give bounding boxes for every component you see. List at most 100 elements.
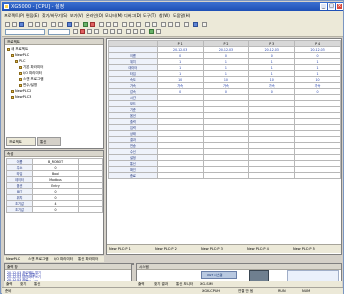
monitor-icon[interactable] bbox=[99, 22, 104, 27]
grid-cell[interactable] bbox=[156, 172, 204, 179]
mid-tab-scan[interactable]: 스캔 프로그램 bbox=[28, 257, 48, 262]
properties-icon[interactable] bbox=[193, 22, 198, 27]
menu-debug[interactable]: 디버그(D) bbox=[124, 13, 141, 19]
mid-tab-newplc[interactable]: NewPLC bbox=[6, 257, 20, 261]
write-icon[interactable] bbox=[106, 22, 111, 27]
trace-icon[interactable] bbox=[87, 29, 92, 34]
cpu-icon bbox=[15, 59, 18, 63]
paste-icon[interactable] bbox=[42, 22, 47, 27]
copy-icon[interactable] bbox=[35, 22, 40, 27]
status-ready: 준비 bbox=[5, 289, 12, 293]
read-icon[interactable] bbox=[113, 22, 118, 27]
new-icon[interactable] bbox=[5, 22, 10, 27]
connect-icon[interactable] bbox=[83, 22, 88, 27]
open-icon[interactable] bbox=[12, 22, 17, 27]
variable-icon[interactable] bbox=[117, 29, 122, 34]
parameter-grid: P 1P 2P 3P 4 20.12.03 20.12.03 20.12.03 20.1… bbox=[108, 40, 341, 179]
menu-edit[interactable]: 편집(E) bbox=[26, 13, 39, 19]
table-icon[interactable] bbox=[110, 29, 115, 34]
coil-icon[interactable] bbox=[175, 22, 180, 27]
minimize-button[interactable]: _ bbox=[320, 3, 327, 10]
grid-row[interactable]: 종료 bbox=[108, 172, 341, 179]
grid-cell[interactable] bbox=[248, 172, 296, 179]
disconnect-icon[interactable] bbox=[90, 22, 95, 27]
zoom-in-icon[interactable] bbox=[145, 22, 150, 27]
simulator-icon[interactable] bbox=[149, 29, 154, 34]
tab-communication[interactable]: 통신 bbox=[37, 137, 61, 146]
undo-icon[interactable] bbox=[51, 22, 56, 27]
bottom-tab-sim[interactable]: XG-SIM bbox=[200, 282, 213, 286]
property-name: 초기값 bbox=[6, 206, 33, 213]
status-connection: 연결 안 됨 bbox=[238, 289, 254, 293]
property-value[interactable] bbox=[78, 206, 103, 213]
status-run: RUN bbox=[278, 289, 286, 293]
save-icon[interactable] bbox=[19, 22, 24, 27]
properties-panel: 속성 이름 B_ROBOT 주소 0 타입 Bool 데이터 Modbus 옵션 Entry BIT… bbox=[4, 150, 104, 255]
plc-icon bbox=[11, 89, 14, 93]
compile-icon[interactable] bbox=[122, 22, 127, 27]
variable-icon bbox=[19, 83, 22, 87]
app-window: XG5000 - [CPU] - 설정 _ □ × 프로젝트(P) 편집(E) … bbox=[0, 0, 344, 294]
tree-item-io-param[interactable]: I/O 파라미터 bbox=[19, 71, 42, 76]
mid-tab-io[interactable]: I/O 파라미터 bbox=[54, 257, 73, 262]
doc-tab-5[interactable]: New PLC:P 5 bbox=[293, 247, 315, 251]
print-icon[interactable] bbox=[202, 22, 207, 27]
contact-icon[interactable] bbox=[168, 22, 173, 27]
doc-tab-1[interactable]: New PLC:P 1 bbox=[109, 247, 131, 251]
doc-tab-2[interactable]: New PLC:P 2 bbox=[155, 247, 177, 251]
watch-icon[interactable] bbox=[94, 29, 99, 34]
project-tree-header: 프로젝트 bbox=[5, 39, 103, 45]
device-list-icon[interactable] bbox=[140, 29, 145, 34]
tab-project[interactable]: 프로젝트 bbox=[6, 137, 36, 146]
mid-tab-comm[interactable]: 통신 파라미터 bbox=[78, 257, 98, 262]
menu-window[interactable]: 창(W) bbox=[159, 13, 170, 19]
menu-project[interactable]: 프로젝트(P) bbox=[4, 13, 24, 19]
doc-tab-4[interactable]: New PLC:P 4 bbox=[247, 247, 269, 251]
menu-help[interactable]: 도움말(H) bbox=[173, 13, 190, 19]
maximize-button[interactable]: □ bbox=[328, 3, 335, 10]
comment-icon[interactable] bbox=[126, 29, 131, 34]
properties-table: 이름 B_ROBOT 주소 0 타입 Bool 데이터 Modbus 옵션 Entry BIT 0 위치… bbox=[6, 158, 103, 213]
toolbar bbox=[2, 20, 343, 37]
status-num: NUM bbox=[302, 289, 311, 293]
ladder-icon[interactable] bbox=[161, 22, 166, 27]
tree-item-variables[interactable]: 변수/설명 bbox=[19, 83, 37, 88]
tree-item-root[interactable]: 새 프로젝트 bbox=[7, 47, 28, 52]
window-title: XG5000 - [CPU] - 설정 bbox=[11, 4, 65, 10]
step-icon[interactable] bbox=[73, 29, 78, 34]
menu-online[interactable]: 온라인(O) bbox=[86, 13, 103, 19]
menu-monitor[interactable]: 모니터(M) bbox=[105, 13, 123, 19]
menu-tools[interactable]: 도구(T) bbox=[143, 13, 156, 19]
tree-item-plc-sub[interactable]: PLC bbox=[15, 59, 26, 64]
find-icon[interactable] bbox=[67, 22, 72, 27]
breakpoint-icon[interactable] bbox=[80, 29, 85, 34]
tree-item-scan-program[interactable]: 스캔 프로그램 bbox=[19, 77, 43, 82]
property-value[interactable]: 0 bbox=[32, 206, 79, 213]
graph-icon[interactable] bbox=[103, 29, 108, 34]
tree-item-plc[interactable]: NewPLC bbox=[11, 53, 29, 58]
grid-cell[interactable] bbox=[202, 172, 250, 179]
tree-item-plc2[interactable]: NewPLC2 bbox=[11, 89, 31, 94]
cross-reference-icon[interactable] bbox=[133, 29, 138, 34]
left-bottom-tabs: NewPLC 스캔 프로그램 I/O 파라미터 통신 파라미터 bbox=[4, 256, 104, 262]
replace-icon[interactable] bbox=[74, 22, 79, 27]
menu-bar: 프로젝트(P) 편집(E) 찾기/바꾸기(S) 보기(V) 온라인(O) 모니터… bbox=[2, 11, 343, 20]
run-icon[interactable] bbox=[129, 22, 134, 27]
close-button[interactable]: × bbox=[336, 3, 343, 10]
device-combo[interactable] bbox=[5, 29, 45, 35]
tree-item-basic-param[interactable]: 기본 파라미터 bbox=[19, 65, 43, 70]
help-icon[interactable] bbox=[156, 29, 161, 34]
cut-icon[interactable] bbox=[28, 22, 33, 27]
properties-row[interactable]: 초기값 0 bbox=[6, 206, 103, 213]
menu-view[interactable]: 보기(V) bbox=[70, 13, 83, 19]
grid-cell[interactable] bbox=[294, 172, 341, 179]
menu-find[interactable]: 찾기/바꾸기(S) bbox=[42, 13, 67, 19]
doc-tab-3[interactable]: New PLC:P 3 bbox=[201, 247, 223, 251]
plc-icon bbox=[11, 95, 14, 99]
function-icon[interactable] bbox=[184, 22, 189, 27]
stop-icon[interactable] bbox=[136, 22, 141, 27]
zoom-combo[interactable] bbox=[48, 29, 70, 35]
redo-icon[interactable] bbox=[58, 22, 63, 27]
tree-item-plc3[interactable]: NewPLC3 bbox=[11, 95, 31, 100]
zoom-out-icon[interactable] bbox=[152, 22, 157, 27]
